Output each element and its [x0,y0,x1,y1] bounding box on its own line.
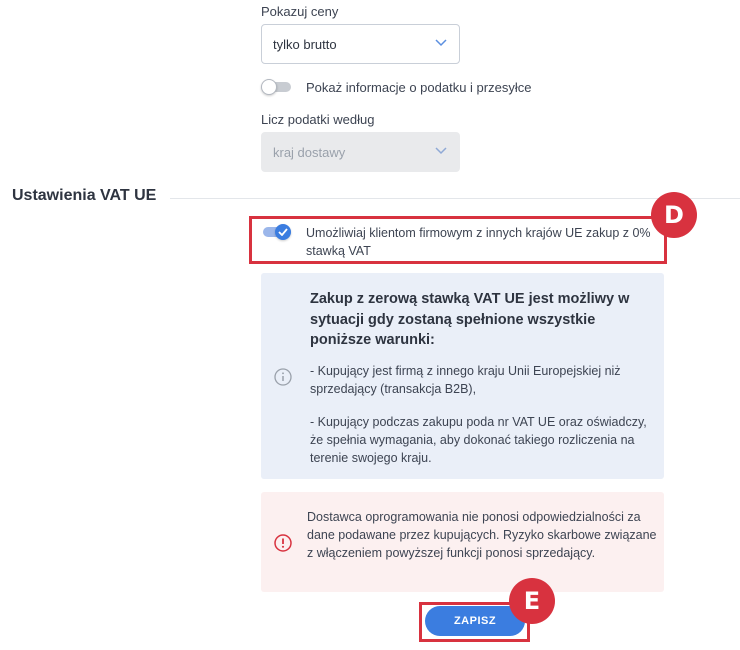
tax-info-toggle[interactable] [261,79,291,95]
prices-label: Pokazuj ceny [261,4,339,19]
info-box-title: Zakup z zerową stawką VAT UE jest możliw… [310,291,630,348]
vat-section-title: Ustawienia VAT UE [12,187,157,204]
annotation-marker-e: E [509,578,555,624]
prices-select-value: tylko brutto [273,36,337,52]
annotation-marker-d: D [651,192,697,238]
tax-calc-select: kraj dostawy [261,132,460,172]
warning-text: Dostawca oprogramowania nie ponosi odpow… [307,510,657,560]
toggle-knob [261,79,277,95]
tax-calc-label: Licz podatki według [261,112,375,127]
chevron-down-icon [435,147,447,155]
info-condition-1: - Kupujący jest firmą z innego kraju Uni… [310,364,621,396]
warning-box: Dostawca oprogramowania nie ponosi odpow… [261,492,664,592]
info-icon [274,368,292,386]
info-box: Zakup z zerową stawką VAT UE jest możliw… [261,273,664,479]
annotation-highlight-d [249,216,667,264]
prices-select[interactable]: tylko brutto [261,24,460,64]
section-divider [170,198,740,199]
info-condition-2: - Kupujący podczas zakupu poda nr VAT UE… [310,415,647,465]
tax-info-toggle-label: Pokaż informacje o podatku i przesyłce [306,80,532,95]
alert-icon [274,534,292,552]
chevron-down-icon [435,39,447,47]
tax-calc-select-value: kraj dostawy [273,144,346,160]
